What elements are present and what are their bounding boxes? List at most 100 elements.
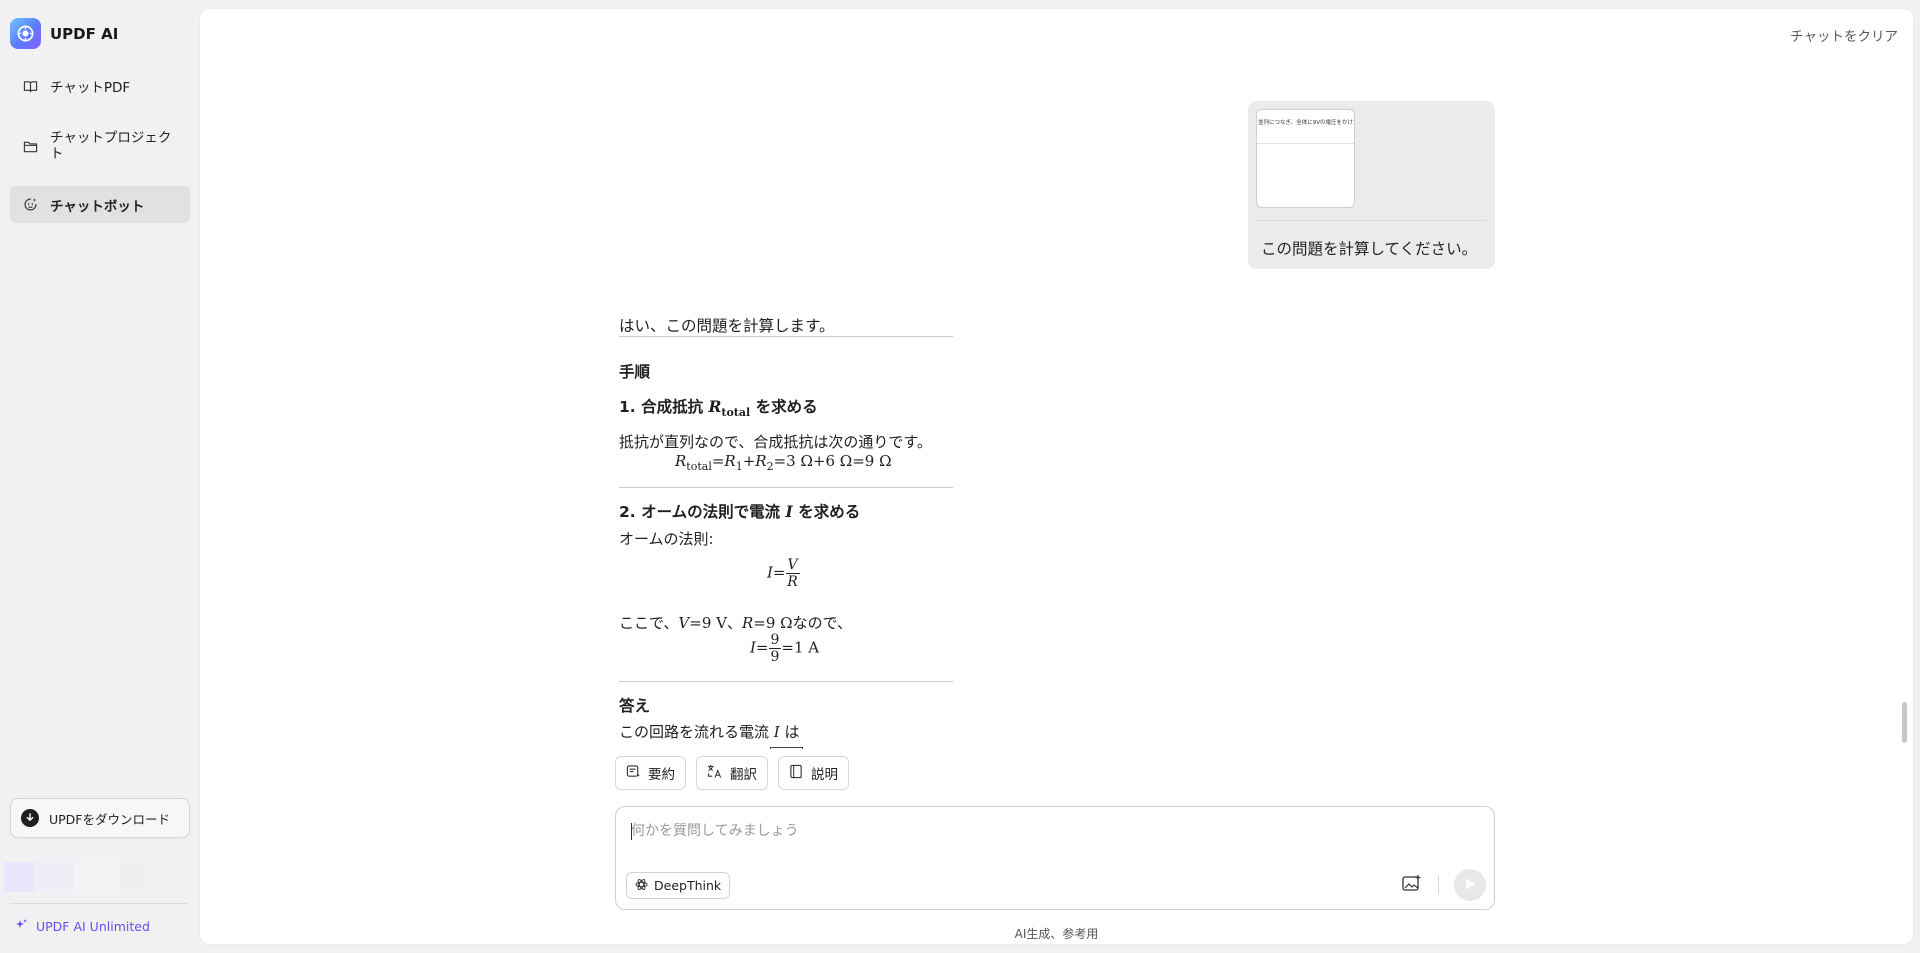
ohms-law-label: オームの法則: bbox=[619, 530, 714, 548]
math-var: I bbox=[785, 502, 793, 521]
math-var: R bbox=[675, 452, 687, 470]
chatbot-icon bbox=[22, 197, 38, 213]
quick-actions: 要約 翻訳 説明 bbox=[615, 756, 849, 790]
current-calculation: I= 9 9 =1 A bbox=[750, 633, 819, 664]
send-icon bbox=[1463, 876, 1477, 895]
answer-sentence: この回路を流れる電流 I は bbox=[619, 721, 800, 742]
updf-ai-unlimited-link[interactable]: UPDF AI Unlimited bbox=[14, 918, 150, 935]
step1-heading-suffix: を求める bbox=[755, 398, 818, 416]
deepthink-icon bbox=[635, 878, 648, 894]
step2-heading-suffix: を求める bbox=[798, 503, 861, 521]
answer-divider bbox=[619, 681, 953, 682]
math-value: =9 Ω bbox=[753, 614, 793, 632]
math-sub: total bbox=[686, 460, 712, 473]
attachment-thumbnail[interactable]: 並列につなぎ、全体に9Vの電圧をかけた。 bbox=[1256, 109, 1355, 208]
sidebar-item-label: チャットプロジェクト bbox=[50, 130, 172, 162]
math-var: I bbox=[773, 723, 780, 741]
sidebar-item-label: チャットボット bbox=[50, 198, 145, 215]
answer-heading: 答え bbox=[619, 697, 651, 715]
usage-progress-segment bbox=[4, 862, 34, 892]
answer-divider bbox=[619, 487, 953, 488]
fraction-denominator: R bbox=[787, 574, 798, 590]
math-sub: 2 bbox=[766, 460, 774, 473]
folder-icon bbox=[22, 138, 38, 154]
deepthink-label: DeepThink bbox=[654, 878, 722, 893]
chat-panel: チャットをクリア 並列につなぎ、全体に9Vの電圧をかけた。 この問題を計算してく… bbox=[200, 9, 1913, 944]
fraction-numerator: V bbox=[785, 557, 800, 574]
download-label: UPDFをダウンロード bbox=[49, 811, 171, 827]
book-open-icon bbox=[22, 78, 38, 94]
summarize-button[interactable]: 要約 bbox=[615, 756, 686, 790]
message-input[interactable] bbox=[631, 819, 1471, 843]
attachment-preview-line bbox=[1257, 143, 1354, 144]
image-upload-button[interactable] bbox=[1400, 873, 1424, 897]
deepthink-toggle[interactable]: DeepThink bbox=[626, 872, 731, 899]
math-lhs: I= bbox=[750, 638, 769, 657]
image-add-icon bbox=[1402, 874, 1422, 896]
translate-icon bbox=[707, 764, 723, 783]
explain-button[interactable]: 説明 bbox=[778, 756, 849, 790]
given-values: ここで、V=9 V、R=9 Ωなので、 bbox=[619, 612, 852, 633]
step1-body: 抵抗が直列なので、合成抵抗は次の通りです。 bbox=[619, 433, 932, 451]
sidebar-item-chat-pdf[interactable]: チャットPDF bbox=[10, 68, 190, 104]
step2-heading: 2. オームの法則で電流 I を求める bbox=[619, 500, 860, 522]
math-rest: =3 Ω+6 Ω=9 Ω bbox=[773, 452, 892, 470]
composer-separator bbox=[1438, 876, 1439, 894]
sidebar-item-label: チャットPDF bbox=[50, 80, 131, 96]
math-result: =1 A bbox=[781, 638, 820, 657]
math-operator: + bbox=[742, 452, 756, 470]
chip-label: 要約 bbox=[648, 767, 675, 783]
steps-heading: 手順 bbox=[619, 363, 651, 381]
usage-progress-segment bbox=[119, 862, 149, 892]
sidebar-item-chatbot[interactable]: チャットボット bbox=[10, 186, 190, 223]
download-icon bbox=[21, 809, 39, 827]
math-sub: total bbox=[721, 406, 751, 420]
math-value: =9 V、 bbox=[689, 614, 742, 632]
math-var: V bbox=[678, 614, 690, 632]
sparkle-icon bbox=[14, 918, 28, 935]
brand[interactable]: UPDF AI bbox=[10, 18, 118, 49]
math-var: R bbox=[708, 397, 722, 416]
math-operator: = bbox=[711, 452, 725, 470]
math-sub: 1 bbox=[735, 460, 743, 473]
ai-disclaimer: AI生成、参考用 bbox=[1014, 927, 1099, 941]
given-suffix: なので、 bbox=[792, 614, 852, 632]
math-var: R bbox=[741, 614, 754, 632]
math-var: R bbox=[724, 452, 736, 470]
chat-scrollbar[interactable] bbox=[1902, 702, 1907, 743]
boxed-answer-edge bbox=[770, 747, 803, 749]
step2-heading-prefix: 2. オームの法則で電流 bbox=[619, 503, 781, 521]
brand-name: UPDF AI bbox=[50, 24, 119, 43]
sidebar-nav: チャットPDF チャットプロジェクト チャットボット bbox=[10, 68, 190, 223]
sidebar-divider bbox=[10, 903, 188, 904]
step1-heading-prefix: 1. 合成抵抗 bbox=[619, 398, 704, 416]
usage-progress-segment bbox=[34, 862, 74, 892]
send-button[interactable] bbox=[1454, 869, 1486, 901]
fraction-numerator: 9 bbox=[768, 632, 782, 649]
download-updf-button[interactable]: UPDFをダウンロード bbox=[10, 798, 190, 838]
message-composer: DeepThink bbox=[615, 806, 1495, 910]
step1-formula: Rtotal=R1+R2=3 Ω+6 Ω=9 Ω bbox=[675, 452, 892, 473]
math-fraction: 99 bbox=[768, 632, 782, 665]
chip-label: 翻訳 bbox=[730, 767, 757, 783]
unlimited-label: UPDF AI Unlimited bbox=[36, 919, 150, 934]
attachment-preview-text: 並列につなぎ、全体に9Vの電圧をかけた。 bbox=[1258, 120, 1355, 126]
fraction-denominator: 9 bbox=[770, 649, 780, 665]
answer-suffix: は bbox=[784, 723, 800, 741]
usage-progress-strip bbox=[4, 862, 164, 892]
math-lhs: I= bbox=[767, 563, 786, 582]
step1-heading-math: Rtotal bbox=[708, 397, 751, 420]
answer-divider bbox=[619, 336, 953, 337]
clear-chat-button[interactable]: チャットをクリア bbox=[1790, 25, 1898, 45]
answer-intro: はい、この問題を計算します。 bbox=[619, 317, 835, 335]
explain-icon bbox=[789, 764, 804, 783]
sidebar: UPDF AI チャットPDF チャットプロジェクト チャットボット UPDFを… bbox=[0, 0, 198, 953]
user-message-text: この問題を計算してください。 bbox=[1261, 240, 1478, 258]
math-var: R bbox=[755, 452, 767, 470]
translate-button[interactable]: 翻訳 bbox=[696, 756, 768, 790]
chip-label: 説明 bbox=[811, 767, 838, 783]
updf-ai-logo-icon bbox=[10, 18, 41, 49]
summarize-icon bbox=[626, 764, 641, 783]
answer-prefix: この回路を流れる電流 bbox=[619, 723, 770, 741]
sidebar-item-chat-project[interactable]: チャットプロジェクト bbox=[10, 120, 190, 172]
